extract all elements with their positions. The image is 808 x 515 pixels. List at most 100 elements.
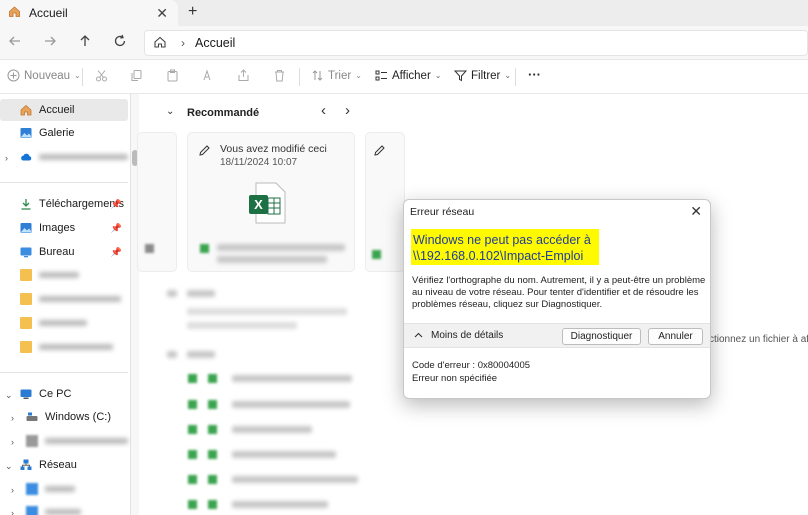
tab-accueil[interactable]: Accueil ✕ — [0, 0, 178, 26]
blurred-file-icon — [188, 425, 197, 434]
details-toggle[interactable]: Moins de détails — [414, 330, 503, 341]
sidebar-item-desktop[interactable]: Bureau 📌 — [0, 241, 128, 263]
sidebar-item-downloads[interactable]: Téléchargements 📌 — [0, 193, 128, 215]
blurred-file-name — [232, 401, 350, 408]
chevron-left-icon[interactable]: ‹ — [321, 102, 326, 119]
pin-icon[interactable]: 📌 — [111, 223, 122, 234]
copy-icon[interactable] — [130, 69, 143, 82]
blurred-file-path — [217, 256, 327, 263]
blurred-file-icon — [208, 450, 217, 459]
toolbar-divider-3 — [515, 68, 516, 86]
blurred-file-icon — [188, 374, 197, 383]
new-tab-button[interactable]: + — [188, 3, 197, 21]
blurred-file-icon — [208, 425, 217, 434]
view-button[interactable]: Afficher ⌄ — [375, 69, 441, 82]
sidebar-item-folder[interactable] — [0, 312, 128, 334]
svg-text:X: X — [254, 197, 263, 212]
sidebar-item-drive[interactable] — [0, 430, 128, 452]
diagnose-button[interactable]: Diagnostiquer — [562, 328, 641, 345]
cancel-button[interactable]: Annuler — [648, 328, 703, 345]
sidebar-item-network[interactable]: Réseau — [0, 454, 128, 476]
toolbar-divider-2 — [299, 68, 300, 86]
blurred-file-icon — [208, 400, 217, 409]
view-label: Afficher — [392, 69, 431, 82]
more-options-button[interactable]: ··· — [528, 67, 541, 82]
dialog-title: Erreur réseau — [410, 206, 475, 218]
sidebar-item-home[interactable]: Accueil — [0, 99, 128, 121]
sidebar-item-network-host[interactable] — [0, 478, 128, 500]
collapse-section-icon[interactable]: ⌄ — [166, 106, 174, 117]
title-bar: Accueil ✕ + — [0, 0, 808, 26]
blurred-file-name — [232, 426, 312, 433]
error-description: Erreur non spécifiée — [412, 372, 498, 384]
share-icon[interactable] — [237, 69, 250, 82]
sidebar-item-folder[interactable] — [0, 288, 128, 310]
heading-line-1: Windows ne peut pas accéder à — [413, 233, 591, 247]
card-date: 18/11/2024 10:07 — [220, 157, 298, 168]
sidebar-item-label: Accueil — [39, 104, 75, 116]
sidebar-item-network-host[interactable] — [0, 501, 128, 515]
details-toggle-label: Moins de détails — [431, 330, 504, 341]
folder-icon — [20, 293, 32, 305]
up-arrow-icon[interactable] — [78, 34, 92, 52]
network-error-dialog: Erreur réseau ✕ Windows ne peut pas accé… — [403, 199, 711, 399]
pin-icon[interactable]: 📌 — [111, 247, 122, 258]
filter-label: Filtrer — [471, 69, 501, 82]
sidebar-item-gallery[interactable]: Galerie — [0, 122, 128, 144]
address-field[interactable]: › Accueil — [144, 30, 808, 56]
delete-icon[interactable] — [273, 69, 286, 82]
sidebar-item-folder[interactable] — [0, 264, 128, 286]
heading-line-2: \\192.168.0.102\Impact-Emploi — [413, 249, 584, 263]
refresh-icon[interactable] — [113, 34, 127, 52]
toolbar-divider — [82, 68, 83, 86]
edit-pencil-icon — [374, 144, 385, 160]
folder-icon — [20, 341, 32, 353]
computer-icon — [26, 506, 38, 515]
cloud-icon — [21, 153, 32, 161]
cut-icon[interactable] — [95, 69, 108, 82]
sidebar-item-this-pc[interactable]: Ce PC — [0, 383, 128, 405]
sort-icon — [312, 70, 323, 81]
sidebar-item-windows-drive[interactable]: Windows (C:) — [0, 406, 128, 428]
forward-arrow-icon[interactable] — [43, 34, 57, 52]
back-arrow-icon[interactable] — [8, 34, 22, 52]
recommended-card[interactable]: Vous avez modifié ceci 18/11/2024 10:07 … — [187, 132, 355, 272]
blurred-file-icon — [208, 374, 217, 383]
sidebar-item-label: Bureau — [39, 246, 75, 258]
chevron-right-icon[interactable]: › — [345, 102, 350, 119]
pin-icon[interactable]: 📌 — [111, 199, 122, 210]
blurred-host-name — [45, 509, 81, 515]
blurred-host-name — [45, 486, 75, 492]
blurred-folder-name — [39, 320, 87, 326]
recommended-card-partial[interactable] — [137, 132, 177, 272]
blurred-file-icon — [188, 500, 197, 509]
tab-title: Accueil — [29, 6, 68, 20]
sidebar-item-images[interactable]: Images 📌 — [0, 217, 128, 239]
blurred-file-name — [232, 451, 336, 458]
breadcrumb-accueil[interactable]: Accueil — [195, 36, 235, 50]
sidebar-item-label: Images — [39, 222, 76, 234]
sort-label: Trier — [328, 69, 352, 82]
rename-icon[interactable] — [201, 69, 214, 82]
home-icon — [20, 105, 32, 116]
gallery-icon — [20, 128, 32, 138]
dialog-message: Vérifiez l'orthographe du nom. Autrement… — [412, 275, 706, 310]
filter-button[interactable]: Filtrer ⌄ — [454, 69, 511, 82]
close-tab-icon[interactable]: ✕ — [156, 5, 168, 22]
blurred-file-icon — [372, 250, 381, 259]
plus-circle-icon — [7, 69, 20, 82]
recommended-card-partial[interactable] — [365, 132, 405, 272]
network-icon — [20, 459, 32, 470]
sort-button[interactable]: Trier ⌄ — [311, 69, 362, 82]
new-button[interactable]: Nouveau ⌄ — [7, 69, 81, 82]
sidebar-item-onedrive[interactable] — [0, 146, 128, 168]
blurred-chevron — [167, 351, 177, 358]
close-icon[interactable]: ✕ — [690, 203, 702, 220]
paste-icon[interactable] — [166, 69, 179, 82]
blurred-file-name — [232, 501, 328, 508]
section-title-recommended: Recommandé — [187, 107, 260, 119]
error-code: Code d'erreur : 0x80004005 — [412, 360, 531, 371]
sidebar-item-folder[interactable] — [0, 336, 128, 358]
blurred-file-name — [217, 244, 345, 251]
navigation-pane: Accueil Galerie › Téléchargements 📌 Imag… — [0, 94, 131, 515]
